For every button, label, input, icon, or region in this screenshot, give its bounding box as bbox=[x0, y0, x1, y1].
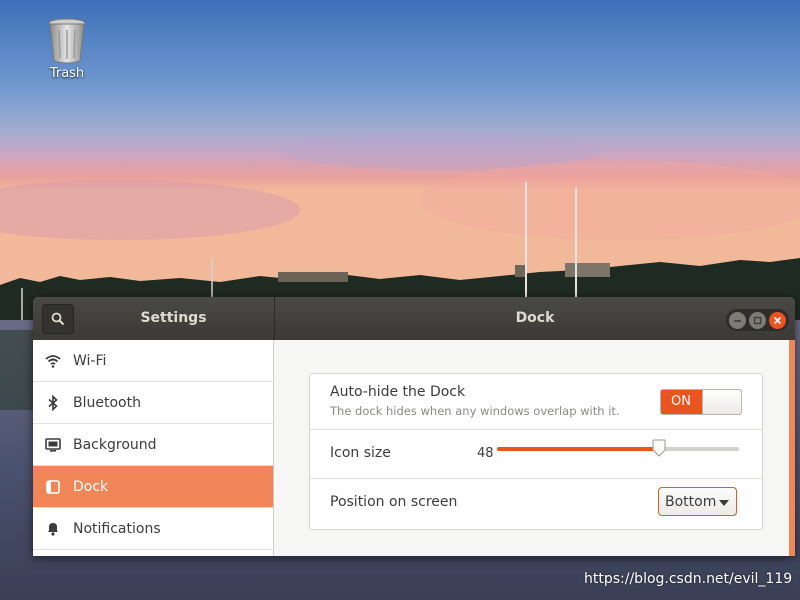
bell-icon bbox=[33, 521, 73, 536]
sidebar-header: Settings bbox=[33, 297, 275, 340]
dock-settings-list: Auto-hide the Dock The dock hides when a… bbox=[309, 373, 763, 530]
chevron-down-icon bbox=[719, 500, 729, 506]
close-icon bbox=[773, 316, 782, 324]
sidebar-item-dock[interactable]: Dock bbox=[33, 466, 273, 508]
trash-icon bbox=[48, 18, 86, 64]
maximize-icon bbox=[753, 316, 762, 324]
watermark-text: https://blog.csdn.net/evil_119 bbox=[584, 571, 793, 587]
search-icon bbox=[51, 312, 65, 326]
sidebar-item-label: Notifications bbox=[73, 520, 161, 537]
trash-label: Trash bbox=[49, 66, 85, 81]
minimize-button[interactable] bbox=[729, 311, 746, 329]
window-controls bbox=[726, 309, 789, 331]
settings-window: Settings Dock Wi-Fi Bluetooth Background… bbox=[33, 297, 795, 556]
toggle-state-label: ON bbox=[671, 394, 691, 409]
sidebar-item-background[interactable]: Background bbox=[33, 424, 273, 466]
trash-desktop-icon[interactable]: Trash bbox=[40, 18, 94, 81]
autohide-title: Auto-hide the Dock bbox=[330, 384, 466, 400]
dock-icon bbox=[33, 479, 73, 494]
panel-scrollbar[interactable] bbox=[789, 340, 795, 556]
panel-title: Dock bbox=[515, 310, 555, 326]
autohide-row: Auto-hide the Dock The dock hides when a… bbox=[310, 374, 762, 430]
sidebar-item-label: Background bbox=[73, 436, 157, 453]
slider-thumb[interactable] bbox=[652, 439, 666, 457]
icon-size-slider[interactable] bbox=[497, 439, 739, 457]
maximize-button[interactable] bbox=[749, 311, 766, 329]
sidebar-item-label: Bluetooth bbox=[73, 394, 141, 411]
bluetooth-icon bbox=[33, 394, 73, 411]
search-button[interactable] bbox=[42, 304, 74, 334]
icon-size-value: 48 bbox=[477, 446, 494, 461]
position-selected: Bottom bbox=[665, 493, 717, 510]
autohide-toggle[interactable]: ON bbox=[660, 389, 742, 415]
header-bar: Settings Dock bbox=[33, 297, 795, 340]
sidebar-item-label: Dock bbox=[73, 478, 109, 495]
position-dropdown[interactable]: Bottom bbox=[658, 487, 737, 516]
sidebar-item-bluetooth[interactable]: Bluetooth bbox=[33, 382, 273, 424]
toggle-knob[interactable] bbox=[702, 390, 741, 414]
slider-fill bbox=[497, 447, 660, 451]
sidebar-item-wifi[interactable]: Wi-Fi bbox=[33, 340, 273, 382]
dock-settings-panel: Auto-hide the Dock The dock hides when a… bbox=[274, 340, 795, 556]
minimize-icon bbox=[734, 319, 741, 322]
autohide-subtitle: The dock hides when any windows overlap … bbox=[330, 404, 620, 418]
background-icon bbox=[33, 437, 73, 452]
icon-size-row: Icon size 48 bbox=[310, 430, 762, 479]
settings-sidebar: Wi-Fi Bluetooth Background Dock Notifica… bbox=[33, 340, 274, 556]
window-title: Settings bbox=[140, 310, 207, 326]
position-title: Position on screen bbox=[330, 494, 458, 510]
wifi-icon bbox=[33, 354, 73, 368]
sidebar-item-label: Wi-Fi bbox=[73, 352, 107, 369]
sidebar-item-notifications[interactable]: Notifications bbox=[33, 508, 273, 550]
icon-size-title: Icon size bbox=[330, 445, 391, 461]
close-button[interactable] bbox=[769, 311, 786, 329]
position-row: Position on screen Bottom bbox=[310, 479, 762, 528]
